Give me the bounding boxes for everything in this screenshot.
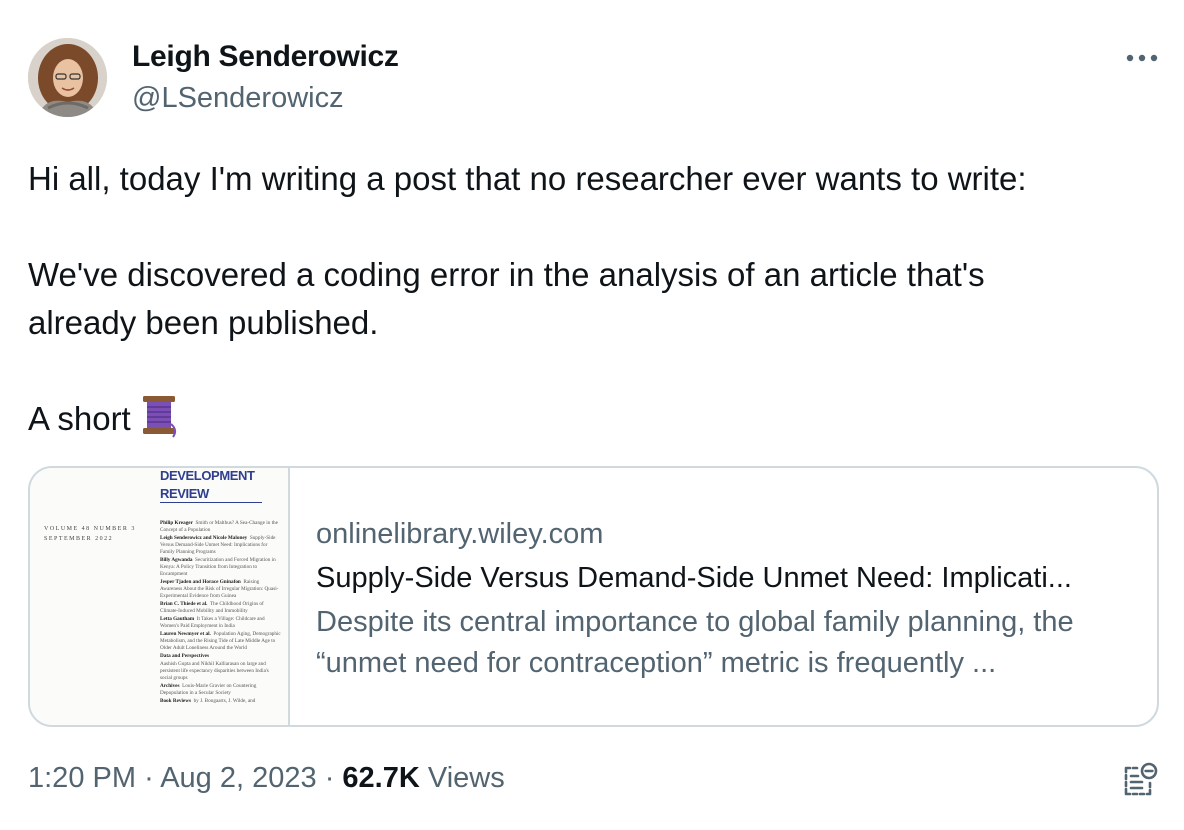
more-options-button[interactable]: [1122, 44, 1162, 72]
community-notes-button[interactable]: [1120, 760, 1160, 800]
cover-divider: [160, 502, 262, 503]
cover-entry: Aashish Gupta and Nikhil Kalliarasan on …: [160, 661, 269, 681]
cover-entry: Archives Louis-Marie Gravier on Counteri…: [160, 683, 257, 696]
cover-title: REVIEW: [160, 486, 209, 501]
card-description-line: Despite its central importance to global…: [316, 606, 1074, 638]
cover-entry: Leigh Senderowicz and Nicole Maloney Sup…: [160, 535, 276, 555]
views-count: 62.7K: [342, 762, 420, 794]
tweet-date[interactable]: Aug 2, 2023: [160, 762, 316, 794]
tweet-text-thread-intro: A short: [28, 400, 131, 437]
cover-entry: Brian C. Thiede et al. The Childhood Ori…: [160, 601, 264, 614]
card-thumbnail: DEVELOPMENT REVIEW VOLUME 48 NUMBER 3 SE…: [30, 468, 290, 725]
card-domain: onlinelibrary.wiley.com: [316, 518, 604, 550]
tweet-text-last-line: A short: [28, 394, 179, 452]
cover-entry: Billy Agwanda Securitization and Forced …: [160, 557, 276, 577]
tweet-text-line: already been published.: [28, 304, 379, 341]
avatar-image: [28, 38, 107, 117]
cover-contents: Philip Kreager Smith or Malthus? A Sea-C…: [160, 520, 282, 706]
community-notes-icon: [1124, 762, 1158, 796]
cover-entry: Lauren Newmyer et al. Population Aging, …: [160, 631, 281, 651]
link-preview-card[interactable]: DEVELOPMENT REVIEW VOLUME 48 NUMBER 3 SE…: [28, 466, 1159, 727]
cover-entry: Jesper Tjaden and Horace Gninafon Raisin…: [160, 579, 279, 599]
tweet-text-line: We've discovered a coding error in the a…: [28, 256, 985, 293]
cover-entry: Philip Kreager Smith or Malthus? A Sea-C…: [160, 520, 278, 533]
author-handle[interactable]: @LSenderowicz: [132, 82, 344, 115]
card-description-line: “unmet need for contraception” metric is…: [316, 647, 997, 679]
tweet-text-line: Hi all, today I'm writing a post that no…: [28, 160, 1027, 197]
cover-entry: Data and Perspectives: [160, 653, 209, 659]
cover-date: SEPTEMBER 2022: [44, 536, 114, 542]
cover-entry: Book Reviews by J. Bongaarts, J. Wilde, …: [160, 698, 256, 704]
meta-separator: ·: [324, 762, 335, 794]
cover-entry: Letta Gautham It Takes a Village: Childc…: [160, 616, 265, 629]
card-title: Supply-Side Versus Demand-Side Unmet Nee…: [316, 562, 1072, 594]
tweet-meta: 1:20 PM · Aug 2, 2023 · 62.7K Views: [28, 762, 505, 795]
tweet-time[interactable]: 1:20 PM: [28, 762, 136, 794]
cover-title: DEVELOPMENT: [160, 468, 255, 483]
meta-separator: ·: [144, 762, 154, 794]
spool-of-thread-icon: [141, 394, 179, 452]
more-horizontal-icon: [1126, 54, 1158, 62]
views-label: Views: [427, 762, 505, 794]
author-name[interactable]: Leigh Senderowicz: [132, 40, 399, 74]
avatar[interactable]: [28, 38, 107, 117]
card-description: Despite its central importance to global…: [316, 602, 1146, 684]
cover-volume: VOLUME 48 NUMBER 3: [44, 526, 136, 532]
